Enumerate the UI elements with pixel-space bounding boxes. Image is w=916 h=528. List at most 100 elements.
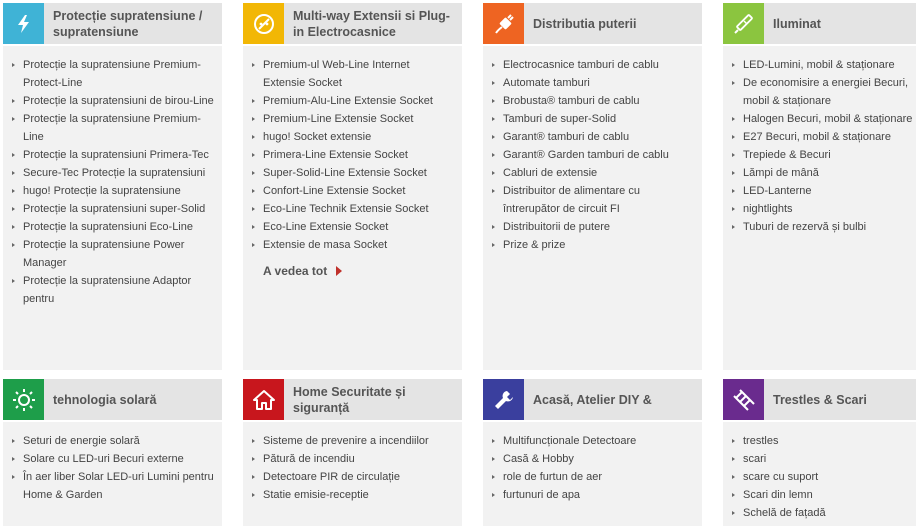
category-icon-box[interactable] — [3, 379, 44, 420]
category-title[interactable]: Trestles & Scari — [773, 379, 916, 420]
category-link[interactable]: Protecție la supratensiune Premium-Line — [12, 110, 214, 146]
category-link[interactable]: Confort-Line Extensie Socket — [252, 182, 454, 200]
category-icon-box[interactable] — [483, 3, 524, 44]
category-icon-box[interactable] — [3, 3, 44, 44]
category-link-list: trestles scari scare cu suport Scari din… — [723, 422, 916, 528]
category-link[interactable]: Protecție la supratensiuni Eco-Line — [12, 218, 214, 236]
category-link[interactable]: hugo! Socket extensie — [252, 128, 454, 146]
category-icon-box[interactable] — [243, 379, 284, 420]
category-card-ladders: Trestles & Scari trestles scari scare cu… — [723, 379, 916, 526]
category-card-home-security: Home Securitate și siguranță Sisteme de … — [243, 379, 462, 526]
category-link[interactable]: Protecție la supratensiune Adaptor pentr… — [12, 272, 214, 308]
category-card-surge-protection: Protecție supratensiune / supratensiune … — [3, 3, 222, 370]
category-link[interactable]: Cabluri de extensie — [492, 164, 694, 182]
category-link[interactable]: Prize & prize — [492, 236, 694, 254]
card-header: Acasă, Atelier DIY & — [483, 379, 702, 422]
category-link[interactable]: De economisire a energiei Becuri, mobil … — [732, 74, 916, 110]
card-header: Trestles & Scari — [723, 379, 916, 422]
category-link[interactable]: Casă & Hobby — [492, 450, 694, 468]
category-link[interactable]: Garant® tamburi de cablu — [492, 128, 694, 146]
category-link[interactable]: Solare cu LED-uri Becuri externe — [12, 450, 214, 468]
category-link[interactable]: Lămpi de mână — [732, 164, 916, 182]
category-link[interactable]: Scari din lemn — [732, 486, 916, 504]
category-icon-box[interactable] — [483, 379, 524, 420]
category-link[interactable]: furtunuri de apa — [492, 486, 694, 504]
category-link[interactable]: scari — [732, 450, 916, 468]
category-title[interactable]: Home Securitate și siguranță — [293, 379, 456, 420]
category-link[interactable]: scare cu suport — [732, 468, 916, 486]
category-link[interactable]: Eco-Line Technik Extensie Socket — [252, 200, 454, 218]
card-header: Multi-way Extensii si Plug-in Electrocas… — [243, 3, 462, 46]
category-link[interactable]: LED-Lanterne — [732, 182, 916, 200]
category-link[interactable]: Super-Solid-Line Extensie Socket — [252, 164, 454, 182]
category-link-list: Multifuncționale Detectoare Casă & Hobby… — [483, 422, 702, 510]
category-link[interactable]: Detectoare PIR de circulație — [252, 468, 454, 486]
lightning-icon — [17, 14, 29, 33]
card-header: Home Securitate și siguranță — [243, 379, 462, 422]
category-link[interactable]: Tamburi de super-Solid — [492, 110, 694, 128]
category-title[interactable]: Acasă, Atelier DIY & — [533, 379, 696, 420]
category-link[interactable]: Secure-Tec Protecție la supratensiuni — [12, 164, 214, 182]
category-link[interactable]: Halogen Becuri, mobil & staționare — [732, 110, 916, 128]
category-icon-box[interactable] — [723, 379, 764, 420]
category-link[interactable]: Pătură de incendiu — [252, 450, 454, 468]
category-link[interactable]: În aer liber Solar LED-uri Lumini pentru… — [12, 468, 214, 504]
category-link[interactable]: Primera-Line Extensie Socket — [252, 146, 454, 164]
category-link-list: Electrocasnice tamburi de cablu Automate… — [483, 46, 702, 260]
category-link[interactable]: Premium-Line Extensie Socket — [252, 110, 454, 128]
see-all-label: A vedea tot — [263, 264, 328, 278]
category-card-solar: tehnologia solară Seturi de energie sola… — [3, 379, 222, 526]
category-link[interactable]: Tuburi de rezervă și bulbi — [732, 218, 916, 236]
category-link[interactable]: role de furtun de aer — [492, 468, 694, 486]
category-link[interactable]: Electrocasnice tamburi de cablu — [492, 56, 694, 74]
category-link[interactable]: Trepiede & Becuri — [732, 146, 916, 164]
category-link-list: Protecție la supratensiune Premium-Prote… — [3, 46, 222, 314]
category-card-lighting: Iluminat LED-Lumini, mobil & staționare … — [723, 3, 916, 370]
category-link[interactable]: Garant® Garden tamburi de cablu — [492, 146, 694, 164]
category-icon-box[interactable] — [723, 3, 764, 44]
category-link-list: Sisteme de prevenire a incendiilor Pătur… — [243, 422, 462, 510]
category-link-list: LED-Lumini, mobil & staționare De econom… — [723, 46, 916, 242]
category-link[interactable]: Premium-Alu-Line Extensie Socket — [252, 92, 454, 110]
category-card-diy-workshop: Acasă, Atelier DIY & Multifuncționale De… — [483, 379, 702, 526]
home-icon — [252, 389, 275, 410]
arrow-right-icon — [336, 266, 343, 276]
category-link[interactable]: Automate tamburi — [492, 74, 694, 92]
category-link[interactable]: Brobusta® tamburi de cablu — [492, 92, 694, 110]
category-link[interactable]: Seturi de energie solară — [12, 432, 214, 450]
category-link[interactable]: Distribuitorii de putere — [492, 218, 694, 236]
category-link[interactable]: Sisteme de prevenire a incendiilor — [252, 432, 454, 450]
category-link[interactable]: Protecție la supratensiuni de birou-Line — [12, 92, 214, 110]
category-link[interactable]: Protecție la supratensiune Premium-Prote… — [12, 56, 214, 92]
plug-socket-icon — [253, 13, 274, 34]
category-link[interactable]: Protecție la supratensiune Power Manager — [12, 236, 214, 272]
category-link[interactable]: trestles — [732, 432, 916, 450]
category-link[interactable]: Eco-Line Extensie Socket — [252, 218, 454, 236]
category-title[interactable]: tehnologia solară — [53, 379, 216, 420]
category-link[interactable]: Distribuitor de alimentare cu întrerupăt… — [492, 182, 694, 218]
category-link[interactable]: Schelă de fațadă — [732, 504, 916, 522]
category-link[interactable]: LED-Lumini, mobil & staționare — [732, 56, 916, 74]
category-title[interactable]: Multi-way Extensii si Plug-in Electrocas… — [293, 3, 456, 44]
see-all-link[interactable]: A vedea tot — [263, 264, 343, 278]
category-link[interactable]: Multifuncționale Detectoare — [492, 432, 694, 450]
category-card-power-distribution: Distributia puterii Electrocasnice tambu… — [483, 3, 702, 370]
card-header: tehnologia solară — [3, 379, 222, 422]
category-link[interactable]: Premium-ul Web-Line Internet Extensie So… — [252, 56, 454, 92]
category-link[interactable]: Extensie de masa Socket — [252, 236, 454, 254]
category-title[interactable]: Iluminat — [773, 3, 916, 44]
category-link[interactable]: E27 Becuri, mobil & staționare — [732, 128, 916, 146]
card-header: Iluminat — [723, 3, 916, 46]
category-icon-box[interactable] — [243, 3, 284, 44]
category-link-list: Seturi de energie solară Solare cu LED-u… — [3, 422, 222, 510]
category-title[interactable]: Distributia puterii — [533, 3, 696, 44]
category-link[interactable]: hugo! Protecție la supratensiune — [12, 182, 214, 200]
category-card-extensions: Multi-way Extensii si Plug-in Electrocas… — [243, 3, 462, 370]
category-link[interactable]: nightlights — [732, 200, 916, 218]
wrench-icon — [494, 390, 513, 409]
category-title[interactable]: Protecție supratensiune / supratensiune — [53, 3, 216, 44]
card-header: Distributia puterii — [483, 3, 702, 46]
category-link[interactable]: Protecție la supratensiuni Primera-Tec — [12, 146, 214, 164]
category-link[interactable]: Statie emisie-receptie — [252, 486, 454, 504]
category-link[interactable]: Protecție la supratensiuni super-Solid — [12, 200, 214, 218]
